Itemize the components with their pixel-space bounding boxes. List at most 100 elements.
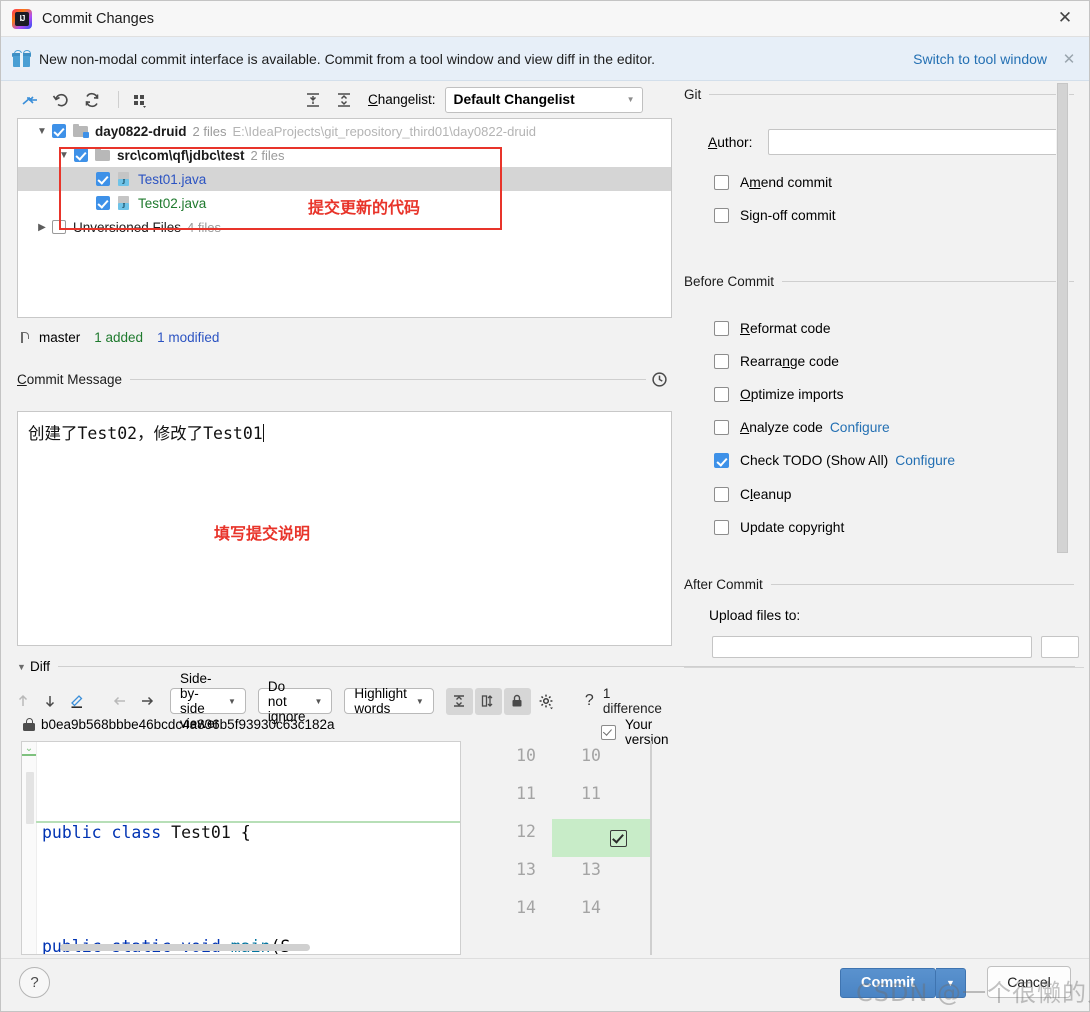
rearrange-code-option[interactable]: Rearrange code — [714, 348, 839, 375]
cleanup-option[interactable]: Cleanup — [714, 481, 791, 508]
author-row: Author: — [708, 129, 1058, 155]
left-horizontal-scrollbar[interactable] — [60, 944, 310, 951]
after-commit-section-header: After Commit — [684, 577, 1074, 592]
amend-commit-option[interactable]: Amend commit — [714, 169, 832, 196]
text-caret — [262, 424, 264, 442]
collapse-triangle-icon[interactable]: ▼ — [17, 662, 30, 672]
commit-message-input[interactable]: 创建了Test02，修改了Test01 填写提交说明 — [17, 411, 672, 646]
changes-tree[interactable]: ▼ day0822-druid 2 files E:\IdeaProjects\… — [17, 118, 672, 318]
row-checkbox[interactable] — [52, 124, 66, 138]
tree-row-label: src\com\qf\jdbc\test — [117, 147, 245, 163]
clock-history-icon[interactable] — [646, 369, 672, 389]
signoff-commit-option[interactable]: Sign-off commit — [714, 202, 836, 229]
row-checkbox[interactable] — [52, 220, 66, 234]
close-icon[interactable]: ✕ — [1041, 1, 1089, 35]
check-todo-configure-link[interactable]: Configure — [895, 453, 955, 468]
notification-message: New non-modal commit interface is availa… — [39, 50, 656, 67]
branch-name: master — [39, 329, 81, 345]
tree-row-test01[interactable]: J Test01.java — [18, 167, 671, 191]
optimize-imports-option[interactable]: Optimize imports — [714, 381, 844, 408]
row-checkbox[interactable] — [96, 196, 110, 210]
changelist-dropdown[interactable]: Default Changelist ▼ — [444, 86, 643, 113]
check-todo-checkbox[interactable] — [714, 453, 729, 468]
revert-icon[interactable] — [48, 87, 74, 113]
changes-toolbar: Changelist: Default Changelist ▼ — [1, 81, 676, 118]
highlight-mode-dropdown[interactable]: Highlight words ▼ — [344, 686, 434, 716]
lock-icon[interactable] — [503, 687, 531, 715]
switch-to-tool-window-link[interactable]: Switch to tool window — [913, 51, 1047, 67]
accept-right-icon[interactable] — [133, 688, 160, 715]
section-divider — [770, 584, 1074, 585]
notification-bar: New non-modal commit interface is availa… — [1, 37, 1089, 81]
twisty-collapsed-icon[interactable]: ▶ — [32, 222, 52, 233]
added-count: 1 added — [94, 329, 144, 345]
git-section-header: Git — [684, 87, 1074, 102]
amend-commit-checkbox[interactable] — [714, 175, 729, 190]
expand-all-icon[interactable] — [300, 87, 326, 113]
diff-label: Diff — [30, 659, 51, 674]
highlight-mode-value: Highlight words — [354, 686, 407, 716]
window-title: Commit Changes — [42, 10, 155, 27]
reformat-code-option[interactable]: Reformat code — [714, 315, 831, 342]
difference-count: 1 difference — [602, 686, 662, 716]
rearrange-code-label: Rearrange code — [740, 354, 839, 369]
help-icon[interactable]: ? — [576, 688, 603, 715]
dialog-body: Changelist: Default Changelist ▼ ▼ day08… — [1, 81, 1089, 959]
refresh-icon[interactable] — [79, 87, 105, 113]
twisty-expanded-icon[interactable]: ▼ — [54, 150, 74, 161]
optimize-imports-checkbox[interactable] — [714, 387, 729, 402]
row-checkbox[interactable] — [96, 172, 110, 186]
tree-row-project[interactable]: ▼ day0822-druid 2 files E:\IdeaProjects\… — [18, 119, 671, 143]
upload-browse-button[interactable] — [1041, 636, 1079, 658]
help-button[interactable]: ? — [19, 967, 50, 998]
prev-difference-icon[interactable] — [9, 688, 36, 715]
twisty-expanded-icon[interactable]: ▼ — [32, 126, 52, 137]
commit-message-label: Commit Message — [17, 371, 123, 387]
tree-row-count: 2 files — [192, 123, 227, 139]
update-copyright-checkbox[interactable] — [714, 520, 729, 535]
settings-gear-icon[interactable] — [533, 688, 560, 715]
reformat-code-checkbox[interactable] — [714, 321, 729, 336]
code-line: public class Test01 { — [42, 823, 251, 842]
viewer-mode-dropdown[interactable]: Side-by-side viewer ▼ — [170, 671, 246, 731]
analyze-code-option[interactable]: Analyze code Configure — [714, 414, 890, 441]
tree-row-unversioned[interactable]: ▶ Unversioned Files 4 files — [18, 215, 671, 239]
check-todo-option[interactable]: Check TODO (Show All) Configure — [714, 447, 955, 474]
accept-change-checkbox[interactable] — [603, 819, 633, 857]
tree-row-label: Unversioned Files — [73, 219, 182, 235]
toolbar-divider — [118, 91, 119, 108]
accept-left-icon[interactable] — [106, 688, 133, 715]
collapse-all-icon[interactable] — [331, 87, 357, 113]
changelist-value: Default Changelist — [453, 92, 575, 107]
rearrange-code-checkbox[interactable] — [714, 354, 729, 369]
chevron-collapse-icon[interactable]: ⌄ — [22, 743, 36, 754]
diff-right-editor[interactable]: public class Test01 { public static void… — [650, 741, 652, 955]
analyze-code-configure-link[interactable]: Configure — [830, 420, 890, 435]
collapse-selection-icon[interactable] — [17, 87, 43, 113]
group-by-icon[interactable] — [127, 87, 153, 113]
ignore-mode-dropdown[interactable]: Do not ignore ▼ — [257, 679, 333, 724]
commit-message-section-header: Commit Message — [17, 369, 672, 389]
author-input[interactable] — [768, 129, 1058, 155]
cleanup-checkbox[interactable] — [714, 487, 729, 502]
tree-row-label: Test01.java — [138, 171, 207, 187]
folder-icon — [95, 148, 110, 161]
notification-close-icon[interactable]: ✕ — [1061, 50, 1077, 68]
tree-row-path: E:\IdeaProjects\git_repository_third01\d… — [232, 123, 537, 139]
options-scrollbar-track[interactable] — [1056, 83, 1069, 583]
diff-toolbar: Side-by-side viewer ▼ Do not ignore ▼ Hi… — [9, 671, 668, 731]
tree-row-package[interactable]: ▼ src\com\qf\jdbc\test 2 files — [18, 143, 671, 167]
diff-left-editor[interactable]: ⌄ public class Test01 { public static vo… — [21, 741, 461, 955]
signoff-commit-checkbox[interactable] — [714, 208, 729, 223]
update-copyright-option[interactable]: Update copyright — [714, 514, 844, 541]
upload-files-input[interactable] — [712, 636, 1032, 658]
options-scrollbar-thumb[interactable] — [1057, 83, 1068, 553]
right-pane-checkbox[interactable] — [601, 724, 616, 740]
collapse-unchanged-icon[interactable] — [445, 687, 473, 715]
align-panes-icon[interactable] — [474, 687, 502, 715]
analyze-code-checkbox[interactable] — [714, 420, 729, 435]
signoff-commit-label: Sign-off commit — [740, 208, 836, 223]
row-checkbox[interactable] — [74, 148, 88, 162]
edit-icon[interactable] — [63, 688, 90, 715]
next-difference-icon[interactable] — [36, 688, 63, 715]
